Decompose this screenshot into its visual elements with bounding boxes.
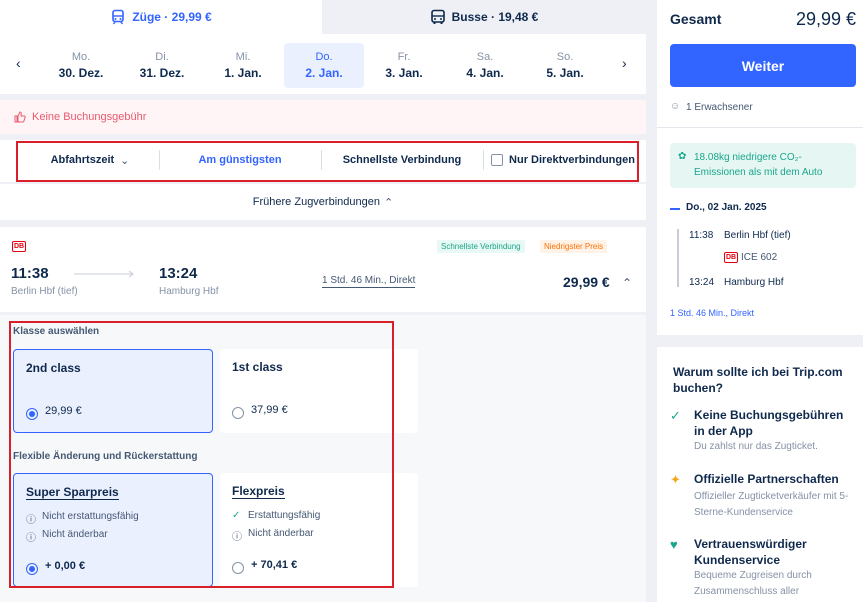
tab-buses-label: Busse · 19,48 € bbox=[451, 10, 539, 24]
reason-title: Vertrauenswürdiger Kundenservice bbox=[694, 537, 807, 567]
total-value: 29,99 € bbox=[796, 9, 857, 29]
tag-fastest: Schnellste Verbindung bbox=[437, 240, 525, 253]
tab-trains[interactable]: Züge · 29,99 € bbox=[0, 0, 322, 34]
summary-dep-time: 11:38 bbox=[689, 230, 714, 241]
date-day: 1. Jan. bbox=[224, 66, 262, 80]
eco-badge: ✿ 18.08kg niedrigere CO₂-Emissionen als … bbox=[670, 143, 856, 188]
summary-arr-time: 13:24 bbox=[689, 277, 715, 288]
timeline-line bbox=[677, 229, 679, 287]
summary-arr-station: Hamburg Hbf bbox=[724, 277, 784, 288]
highlight-frame bbox=[9, 321, 394, 588]
date-weekday: Mi. bbox=[235, 51, 251, 63]
total-label: Gesamt bbox=[670, 11, 722, 27]
continue-button-label: Weiter bbox=[741, 57, 785, 74]
arrival-station: Hamburg Hbf bbox=[159, 286, 219, 297]
date-weekday: Fr. bbox=[397, 51, 411, 63]
date-item[interactable]: So. 5. Jan. bbox=[525, 43, 605, 88]
duration[interactable]: 1 Std. 46 Min., Direkt bbox=[322, 275, 416, 288]
highlight-frame bbox=[16, 141, 639, 182]
summary-duration[interactable]: 1 Std. 46 Min., Direkt bbox=[670, 308, 754, 318]
reason-subtitle: Offizieller Zugticketverkäufer mit 5-Ste… bbox=[694, 491, 849, 518]
date-day: 30. Dez. bbox=[58, 66, 104, 80]
trip-date: Do., 02 Jan. 2025 bbox=[686, 202, 767, 213]
date-weekday: Mo. bbox=[71, 51, 91, 63]
divider bbox=[657, 127, 863, 128]
shield-check-icon: ✓ bbox=[670, 408, 681, 423]
summary-dep-station: Berlin Hbf (tief) bbox=[724, 230, 791, 241]
date-item[interactable]: Mo. 30. Dez. bbox=[41, 43, 121, 88]
person-icon: ☺ bbox=[670, 101, 681, 112]
date-item[interactable]: Sa. 4. Jan. bbox=[445, 43, 525, 88]
date-day: 5. Jan. bbox=[546, 66, 584, 80]
dash-icon bbox=[670, 208, 680, 210]
train-icon bbox=[112, 9, 125, 25]
tag-cheapest: Niedrigster Preis bbox=[540, 240, 608, 253]
banner-text: Keine Buchungsgebühr bbox=[32, 111, 147, 123]
chevron-up-icon: ⌃ bbox=[383, 196, 394, 209]
leaf-icon: ✿ bbox=[678, 151, 687, 162]
chevron-up-icon[interactable]: ⌃ bbox=[622, 276, 632, 290]
why-title: Warum sollte ich bei Trip.com buchen? bbox=[673, 365, 843, 395]
reason-subtitle: Bequeme Zugreisen durch Zusammenschluss … bbox=[694, 570, 812, 597]
arrival-time: 13:24 bbox=[159, 265, 198, 282]
train-icon: DB bbox=[724, 252, 739, 263]
date-item[interactable]: Fr. 3. Jan. bbox=[364, 43, 444, 88]
reason-title: Offizielle Partnerschaften bbox=[694, 472, 839, 486]
date-weekday: So. bbox=[556, 51, 574, 63]
tab-buses[interactable]: Busse · 19,48 € bbox=[322, 0, 646, 34]
arrow-right-icon bbox=[74, 270, 134, 278]
thumbs-up-icon bbox=[14, 111, 26, 123]
date-item[interactable]: Di. 31. Dez. bbox=[122, 43, 202, 88]
eco-text: 18.08kg niedrigere CO₂-Emissionen als mi… bbox=[694, 152, 823, 178]
bus-icon bbox=[430, 9, 445, 24]
chevron-left-icon[interactable]: ‹ bbox=[16, 55, 21, 71]
date-weekday: Do. bbox=[315, 51, 333, 63]
db-logo: DB bbox=[12, 241, 27, 252]
earlier-connections[interactable]: Frühere Zugverbindungen ⌃ bbox=[0, 184, 646, 220]
departure-station: Berlin Hbf (tief) bbox=[11, 286, 78, 297]
date-item[interactable]: Mi. 1. Jan. bbox=[203, 43, 283, 88]
earlier-connections-label: Frühere Zugverbindungen bbox=[252, 196, 380, 208]
reason-subtitle: Du zahlst nur das Zugticket. bbox=[694, 441, 818, 452]
date-weekday: Di. bbox=[155, 51, 169, 63]
departure-time: 11:38 bbox=[11, 265, 49, 282]
train-price: 29,99 € bbox=[563, 274, 610, 290]
date-day: 31. Dez. bbox=[139, 66, 185, 80]
date-day: 4. Jan. bbox=[466, 66, 504, 80]
tab-trains-label: Züge · 29,99 € bbox=[132, 10, 212, 24]
reason-title: Keine Buchungsgebühren in der App bbox=[694, 408, 844, 438]
continue-button[interactable]: Weiter bbox=[670, 44, 856, 87]
train-number: ICE 602 bbox=[741, 252, 778, 263]
heart-icon: ♥ bbox=[670, 537, 678, 552]
date-day: 2. Jan. bbox=[305, 66, 343, 80]
passenger-count: 1 Erwachsener bbox=[686, 102, 753, 113]
handshake-icon: ✦ bbox=[670, 472, 681, 487]
date-weekday: Sa. bbox=[476, 51, 494, 63]
chevron-right-icon[interactable]: › bbox=[622, 55, 627, 71]
date-item[interactable]: Do. 2. Jan. bbox=[284, 43, 364, 88]
no-fee-banner: Keine Buchungsgebühr bbox=[0, 100, 646, 134]
date-day: 3. Jan. bbox=[385, 66, 423, 80]
